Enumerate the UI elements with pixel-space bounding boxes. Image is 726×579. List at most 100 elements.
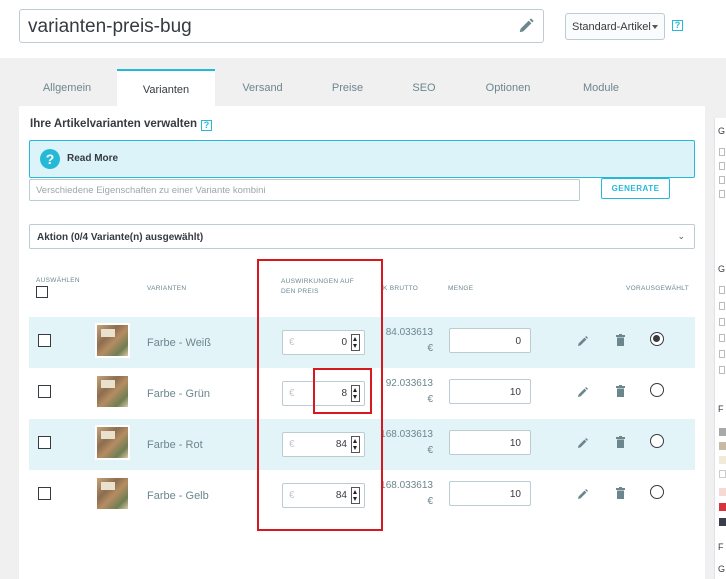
price-brutto-currency: €: [427, 343, 433, 354]
default-radio[interactable]: [650, 383, 664, 397]
read-more-label: Read More: [67, 153, 119, 164]
color-swatch[interactable]: [719, 503, 726, 511]
price-brutto-value: 168.033613: [380, 429, 433, 440]
product-type-select[interactable]: Standard-Artikel: [565, 13, 665, 40]
quantity-input[interactable]: 0: [449, 328, 531, 353]
currency-symbol: €: [289, 490, 295, 501]
quantity-input[interactable]: 10: [449, 430, 531, 455]
product-header: varianten-preis-bug Standard-Artikel ?: [0, 0, 726, 58]
spinner-arrows-icon[interactable]: [351, 385, 360, 402]
header-impact-line2: DEN PREIS: [281, 288, 319, 295]
generate-button[interactable]: GENERATE: [601, 178, 670, 199]
section-title-text: Ihre Artikelvarianten verwalten: [30, 118, 198, 130]
trash-icon[interactable]: [616, 334, 625, 346]
spinner-arrows-icon[interactable]: [351, 334, 360, 351]
header-qty: MENGE: [448, 285, 474, 292]
spinner-arrows-icon[interactable]: [351, 436, 360, 453]
price-brutto-currency: €: [427, 394, 433, 405]
header-default: VORAUSGEWÄHLT: [626, 285, 690, 292]
row-checkbox[interactable]: [38, 436, 51, 449]
side-checkbox[interactable]: [719, 148, 725, 156]
help-icon[interactable]: ?: [201, 120, 213, 131]
color-swatch[interactable]: [719, 442, 726, 450]
quantity-input[interactable]: 10: [449, 379, 531, 404]
read-more-box[interactable]: ? Read More: [29, 140, 695, 178]
side-checkbox[interactable]: [719, 366, 725, 374]
side-heading: G: [718, 126, 726, 136]
chevron-down-icon: ⌄: [677, 231, 685, 241]
quantity-input[interactable]: 10: [449, 481, 531, 506]
color-swatch[interactable]: [719, 488, 726, 496]
price-impact-value: 84: [335, 439, 347, 450]
price-impact-value: 84: [335, 490, 347, 501]
pencil-icon[interactable]: [576, 488, 589, 501]
side-checkbox[interactable]: [719, 302, 725, 310]
select-all-checkbox[interactable]: [36, 286, 48, 298]
variant-name: Farbe - Gelb: [147, 490, 209, 502]
row-checkbox[interactable]: [38, 385, 51, 398]
side-checkbox[interactable]: [719, 334, 725, 342]
side-heading: F: [718, 542, 724, 552]
combine-attributes-input[interactable]: Verschiedene Eigenschaften zu einer Vari…: [29, 179, 580, 201]
tab-preise[interactable]: Preise: [310, 69, 385, 106]
price-impact-input[interactable]: € 84: [282, 432, 365, 457]
pencil-icon[interactable]: [576, 335, 589, 348]
default-radio[interactable]: [650, 434, 664, 448]
tab-allgemein[interactable]: Allgemein: [19, 69, 115, 106]
side-checkbox[interactable]: [719, 162, 725, 170]
spinner-arrows-icon[interactable]: [351, 487, 360, 504]
caret-down-icon: [652, 25, 658, 29]
bulk-action-dropdown[interactable]: Aktion (0/4 Variante(n) ausgewählt) ⌄: [29, 224, 695, 249]
pencil-icon[interactable]: [576, 437, 589, 450]
color-swatch[interactable]: [719, 470, 726, 478]
price-impact-input[interactable]: € 84: [282, 483, 365, 508]
variant-name: Farbe - Weiß: [147, 337, 211, 349]
side-checkbox[interactable]: [719, 176, 725, 184]
price-impact-input[interactable]: € 8: [282, 381, 365, 406]
price-impact-value: 0: [341, 337, 347, 348]
price-brutto: 168.033613 €: [371, 427, 433, 459]
trash-icon[interactable]: [616, 436, 625, 448]
price-brutto: 168.033613 €: [371, 478, 433, 510]
pencil-icon[interactable]: [576, 386, 589, 399]
price-impact-value: 8: [341, 388, 347, 399]
trash-icon[interactable]: [616, 385, 625, 397]
tab-versand[interactable]: Versand: [215, 69, 310, 106]
trash-icon[interactable]: [616, 487, 625, 499]
price-brutto: 84.033613 €: [371, 325, 433, 357]
row-checkbox[interactable]: [38, 334, 51, 347]
header-select: AUSWÄHLEN: [36, 277, 80, 284]
side-checkbox[interactable]: [719, 190, 725, 198]
price-brutto: 92.033613 €: [371, 376, 433, 408]
color-swatch[interactable]: [719, 518, 726, 526]
variant-thumbnail: [95, 425, 130, 460]
side-heading: G: [718, 564, 726, 574]
product-type-value: Standard-Artikel: [572, 21, 651, 33]
side-checkbox[interactable]: [719, 350, 725, 358]
variant-thumbnail: [95, 476, 130, 511]
default-radio[interactable]: [650, 332, 664, 346]
product-tabs: Allgemein Varianten Versand Preise SEO O…: [19, 69, 726, 107]
help-icon[interactable]: ?: [672, 20, 683, 31]
side-column: G G F F G: [714, 118, 726, 579]
side-checkbox[interactable]: [719, 286, 725, 294]
color-swatch[interactable]: [719, 456, 726, 464]
price-brutto-value: 92.033613: [385, 378, 433, 389]
price-brutto-currency: €: [427, 496, 433, 507]
tab-optionen[interactable]: Optionen: [463, 69, 553, 106]
row-checkbox[interactable]: [38, 487, 51, 500]
default-radio[interactable]: [650, 485, 664, 499]
tab-module[interactable]: Module: [553, 69, 649, 106]
price-impact-input[interactable]: € 0: [282, 330, 365, 355]
product-name-field[interactable]: varianten-preis-bug: [19, 9, 544, 43]
pencil-icon[interactable]: [517, 17, 535, 35]
side-checkbox[interactable]: [719, 318, 725, 326]
currency-symbol: €: [289, 439, 295, 450]
table-row: Farbe - Rot € 84 168.033613 € 10: [29, 419, 695, 470]
side-heading: F: [718, 404, 724, 414]
table-row: Farbe - Weiß € 0 84.033613 € 0: [29, 317, 695, 368]
tab-seo[interactable]: SEO: [385, 69, 463, 106]
currency-symbol: €: [289, 337, 295, 348]
color-swatch[interactable]: [719, 428, 726, 436]
tab-varianten[interactable]: Varianten: [117, 69, 215, 107]
